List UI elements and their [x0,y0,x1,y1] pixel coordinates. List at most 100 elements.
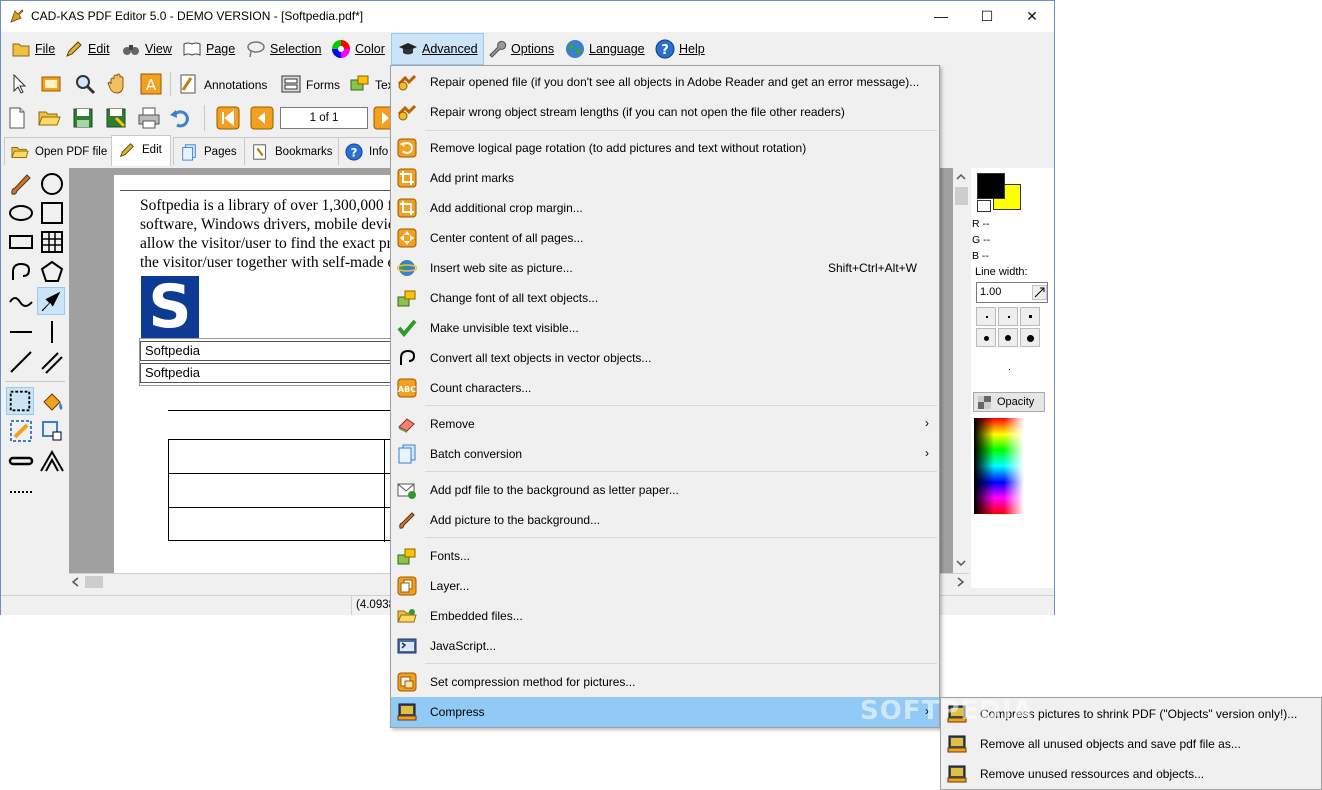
horizontal-line-tool-icon[interactable] [7,318,35,346]
arrow-tool-icon[interactable] [37,287,65,315]
swap-colors-icon[interactable] [977,200,991,212]
dot-size-2-button[interactable] [998,307,1018,326]
dot-size-1-button[interactable] [976,307,996,326]
tab-edit[interactable]: Edit [111,135,171,166]
dot-size-3-button[interactable] [1020,307,1040,326]
eraser-tool-icon[interactable] [7,417,35,445]
document-line-3[interactable]: allow the visitor/user to find the exact… [140,235,400,253]
color-spectrum[interactable] [974,418,1024,514]
selection-rect-tool-icon[interactable] [6,387,34,415]
square-tool-icon[interactable] [38,199,66,227]
previous-page-icon[interactable] [250,106,274,130]
forms-icon[interactable] [279,72,303,96]
menu-language[interactable]: Language [559,34,651,64]
double-line-tool-icon[interactable] [38,348,66,376]
hand-icon[interactable] [105,72,129,96]
line-width-input[interactable]: 1.00 [976,282,1048,303]
brush-tool-icon[interactable] [7,170,35,198]
menu-item-count-characters[interactable]: ABC Count characters... [391,373,939,403]
new-document-icon[interactable] [5,106,29,130]
dot-size-4-button[interactable] [976,328,996,347]
dotted-line-tool-icon[interactable] [7,478,35,506]
text-object-icon[interactable] [348,72,372,96]
forms-label[interactable]: Forms [306,78,340,92]
menu-page[interactable]: Page [176,34,241,64]
opacity-button[interactable]: Opacity [973,392,1045,412]
tab-info[interactable]: ? Info [338,137,398,165]
menu-item-insert-web-site[interactable]: Insert web site as picture... Shift+Ctrl… [391,253,939,283]
primary-color-swatch[interactable] [977,173,1005,199]
menu-view[interactable]: View [115,34,178,64]
print-icon[interactable] [137,106,161,130]
page-table[interactable] [168,439,409,542]
menu-item-add-picture-background[interactable]: Add picture to the background... [391,505,939,535]
line-width-stepper-icon[interactable] [1032,285,1047,300]
pointer-icon[interactable] [7,72,31,96]
vertical-scroll-thumb[interactable] [955,187,968,205]
curve-tool-icon[interactable] [7,258,35,286]
menu-item-repair-stream-lengths[interactable]: Repair wrong object stream lengths (if y… [391,97,939,127]
menu-help[interactable]: ? Help [649,34,711,64]
scroll-up-icon[interactable] [956,172,966,182]
circle-tool-icon[interactable] [38,170,66,198]
menu-advanced[interactable]: Advanced [391,33,484,65]
diagonal-line-tool-icon[interactable] [7,348,35,376]
menu-item-compression-method[interactable]: Set compression method for pictures... [391,667,939,697]
menu-selection[interactable]: Selection [240,34,327,64]
fill-bucket-tool-icon[interactable] [38,388,66,416]
submenu-item-remove-unused-ressources[interactable]: Remove unused ressources and objects... [941,759,1321,789]
dot-size-5-button[interactable] [998,328,1018,347]
ellipse-tool-icon[interactable] [7,199,35,227]
thick-line-tool-icon[interactable] [7,447,35,475]
menu-item-remove-page-rotation[interactable]: Remove logical page rotation (to add pic… [391,133,939,163]
table-tool-icon[interactable] [38,228,66,256]
menu-item-javascript[interactable]: JavaScript... [391,631,939,661]
resize-tool-icon[interactable] [38,417,66,445]
menu-item-fonts[interactable]: Fonts... [391,541,939,571]
menu-item-change-font[interactable]: Change font of all text objects... [391,283,939,313]
menu-item-remove[interactable]: Remove › [391,409,939,439]
horizontal-scroll-thumb[interactable] [85,576,103,588]
close-button[interactable]: ✕ [1009,1,1055,32]
undo-icon[interactable] [169,106,193,130]
tab-open-pdf-file[interactable]: Open PDF file [4,137,117,165]
tab-pages[interactable]: Pages [173,137,246,165]
menu-color[interactable]: Color [325,34,391,64]
document-line-1[interactable]: Softpedia is a library of over 1,300,000… [140,197,398,215]
menu-item-batch-conversion[interactable]: Batch conversion › [391,439,939,469]
menu-item-embedded-files[interactable]: Embedded files... [391,601,939,631]
open-folder-icon[interactable] [37,106,61,130]
save-icon[interactable] [71,106,95,130]
dot-size-6-button[interactable] [1020,328,1040,347]
menu-edit[interactable]: Edit [58,34,116,64]
menu-item-add-crop-margin[interactable]: Add additional crop margin... [391,193,939,223]
document-line-2[interactable]: software, Windows drivers, mobile devic [140,216,395,234]
vertical-line-tool-icon[interactable] [38,318,66,346]
rectangle-tool-icon[interactable] [7,228,35,256]
menu-item-center-content[interactable]: Center content of all pages... [391,223,939,253]
polygon-tool-icon[interactable] [38,258,66,286]
menu-item-compress[interactable]: Compress › [391,697,939,727]
annotations-label[interactable]: Annotations [204,78,267,92]
select-rect-icon[interactable] [39,72,63,96]
zoom-icon[interactable] [73,72,97,96]
first-page-icon[interactable] [216,106,240,130]
menu-file[interactable]: File [5,34,61,64]
menu-item-convert-text-vector[interactable]: Convert all text objects in vector objec… [391,343,939,373]
page-indicator-field[interactable]: 1 of 1 [280,107,368,129]
annotations-icon[interactable] [177,72,201,96]
scroll-left-icon[interactable] [71,577,81,587]
menu-options[interactable]: Options [481,34,560,64]
softpedia-logo[interactable]: S [141,276,199,338]
minimize-button[interactable]: — [918,1,964,32]
menu-item-make-text-visible[interactable]: Make unvisible text visible... [391,313,939,343]
wave-tool-icon[interactable] [7,288,35,316]
scroll-right-icon[interactable] [955,577,965,587]
vertical-scrollbar[interactable] [953,168,970,573]
maximize-button[interactable]: ☐ [964,1,1010,32]
tab-bookmarks[interactable]: Bookmarks [244,137,342,165]
text-tool-icon[interactable]: A [139,72,163,96]
menu-item-add-print-marks[interactable]: Add print marks [391,163,939,193]
scroll-down-icon[interactable] [956,558,966,568]
document-line-4[interactable]: the visitor/user together with self-made… [140,254,402,272]
